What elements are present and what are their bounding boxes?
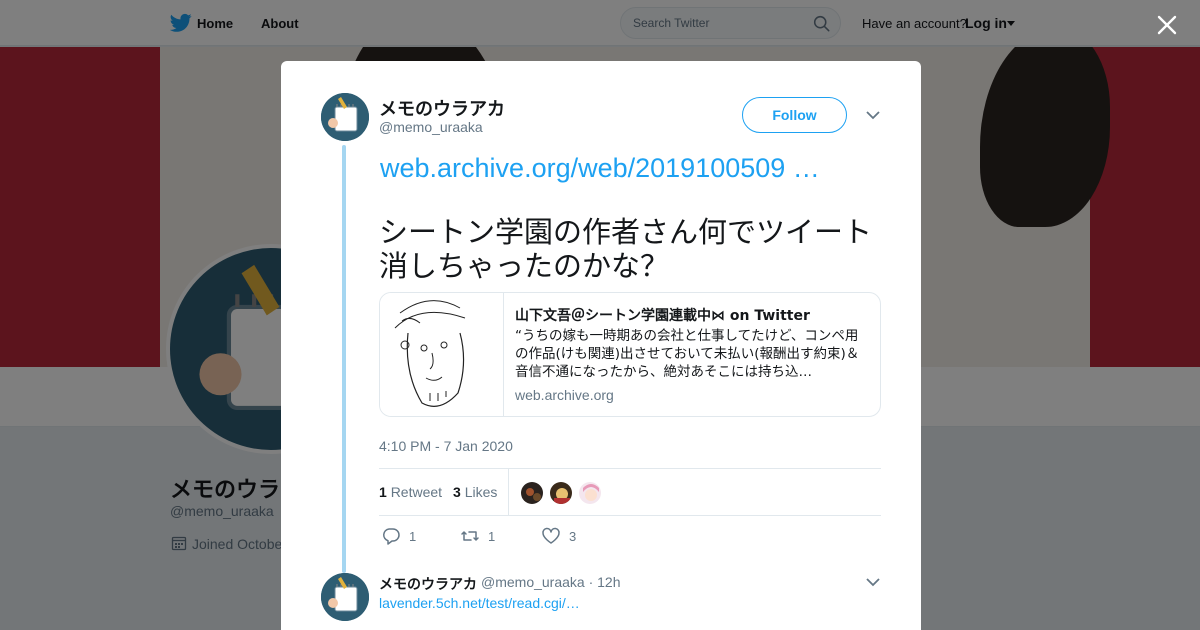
likes-count: 3: [453, 484, 461, 500]
chevron-down-icon[interactable]: [866, 578, 880, 587]
avatar-image: [321, 573, 369, 621]
author-name[interactable]: メモのウラアカ: [379, 95, 505, 121]
liker-avatar[interactable]: [549, 481, 573, 505]
stats-divider: [508, 469, 509, 515]
tweet-modal: メモのウラアカ @memo_uraaka Follow web.archive.…: [281, 61, 921, 630]
retweet-label: Retweet: [390, 484, 443, 500]
tweet-link[interactable]: web.archive.org/web/2019100509 …: [380, 153, 820, 184]
tweet-timestamp[interactable]: 4:10 PM - 7 Jan 2020: [379, 438, 513, 454]
heart-icon[interactable]: [541, 526, 561, 546]
retweet-count: 1: [379, 484, 387, 500]
chevron-down-icon[interactable]: [866, 111, 880, 120]
card-description: “うちの嫁も一時期あの会社と仕事してたけど、コンペ用の作品(けも関連)出させてお…: [515, 328, 860, 380]
likes-label: Likes: [464, 484, 498, 500]
retweet-stat[interactable]: 1 Retweet: [379, 484, 442, 500]
retweet-action-count: 1: [488, 529, 496, 544]
card-title: 山下文吾＠シートン学園連載中⋈ on Twitter: [515, 308, 810, 324]
close-icon[interactable]: [1155, 13, 1179, 37]
follow-button[interactable]: Follow: [742, 97, 847, 133]
author-handle[interactable]: @memo_uraaka: [379, 119, 483, 135]
liker-avatar[interactable]: [520, 481, 544, 505]
retweet-icon[interactable]: [460, 526, 480, 546]
card-domain: web.archive.org: [515, 387, 614, 403]
tweet-text: シートン学園の作者さん何でツイート消しちゃったのかな？: [379, 215, 873, 283]
tweet-stats-bar: 1 Retweet 3 Likes: [379, 468, 881, 516]
reply-link[interactable]: lavender.5ch.net/test/read.cgi/…: [379, 595, 580, 611]
likes-stat[interactable]: 3 Likes: [453, 484, 497, 500]
card-thumbnail: [380, 293, 504, 416]
thread-connector-line: [342, 145, 346, 573]
like-count: 3: [569, 529, 577, 544]
sketch-face-image: [394, 300, 466, 407]
reply-author-meta[interactable]: @memo_uraaka · 12h: [481, 574, 621, 590]
reply-author-name[interactable]: メモのウラアカ: [379, 574, 477, 594]
author-avatar[interactable]: [321, 93, 369, 141]
link-preview-card[interactable]: 山下文吾＠シートン学園連載中⋈ on Twitter “うちの嫁も一時期あの会社…: [379, 292, 881, 417]
reply-icon[interactable]: [381, 526, 401, 546]
reply-author-avatar[interactable]: [321, 573, 369, 621]
avatar-image: [321, 93, 369, 141]
reply-count: 1: [409, 529, 417, 544]
liker-avatar[interactable]: [578, 481, 602, 505]
